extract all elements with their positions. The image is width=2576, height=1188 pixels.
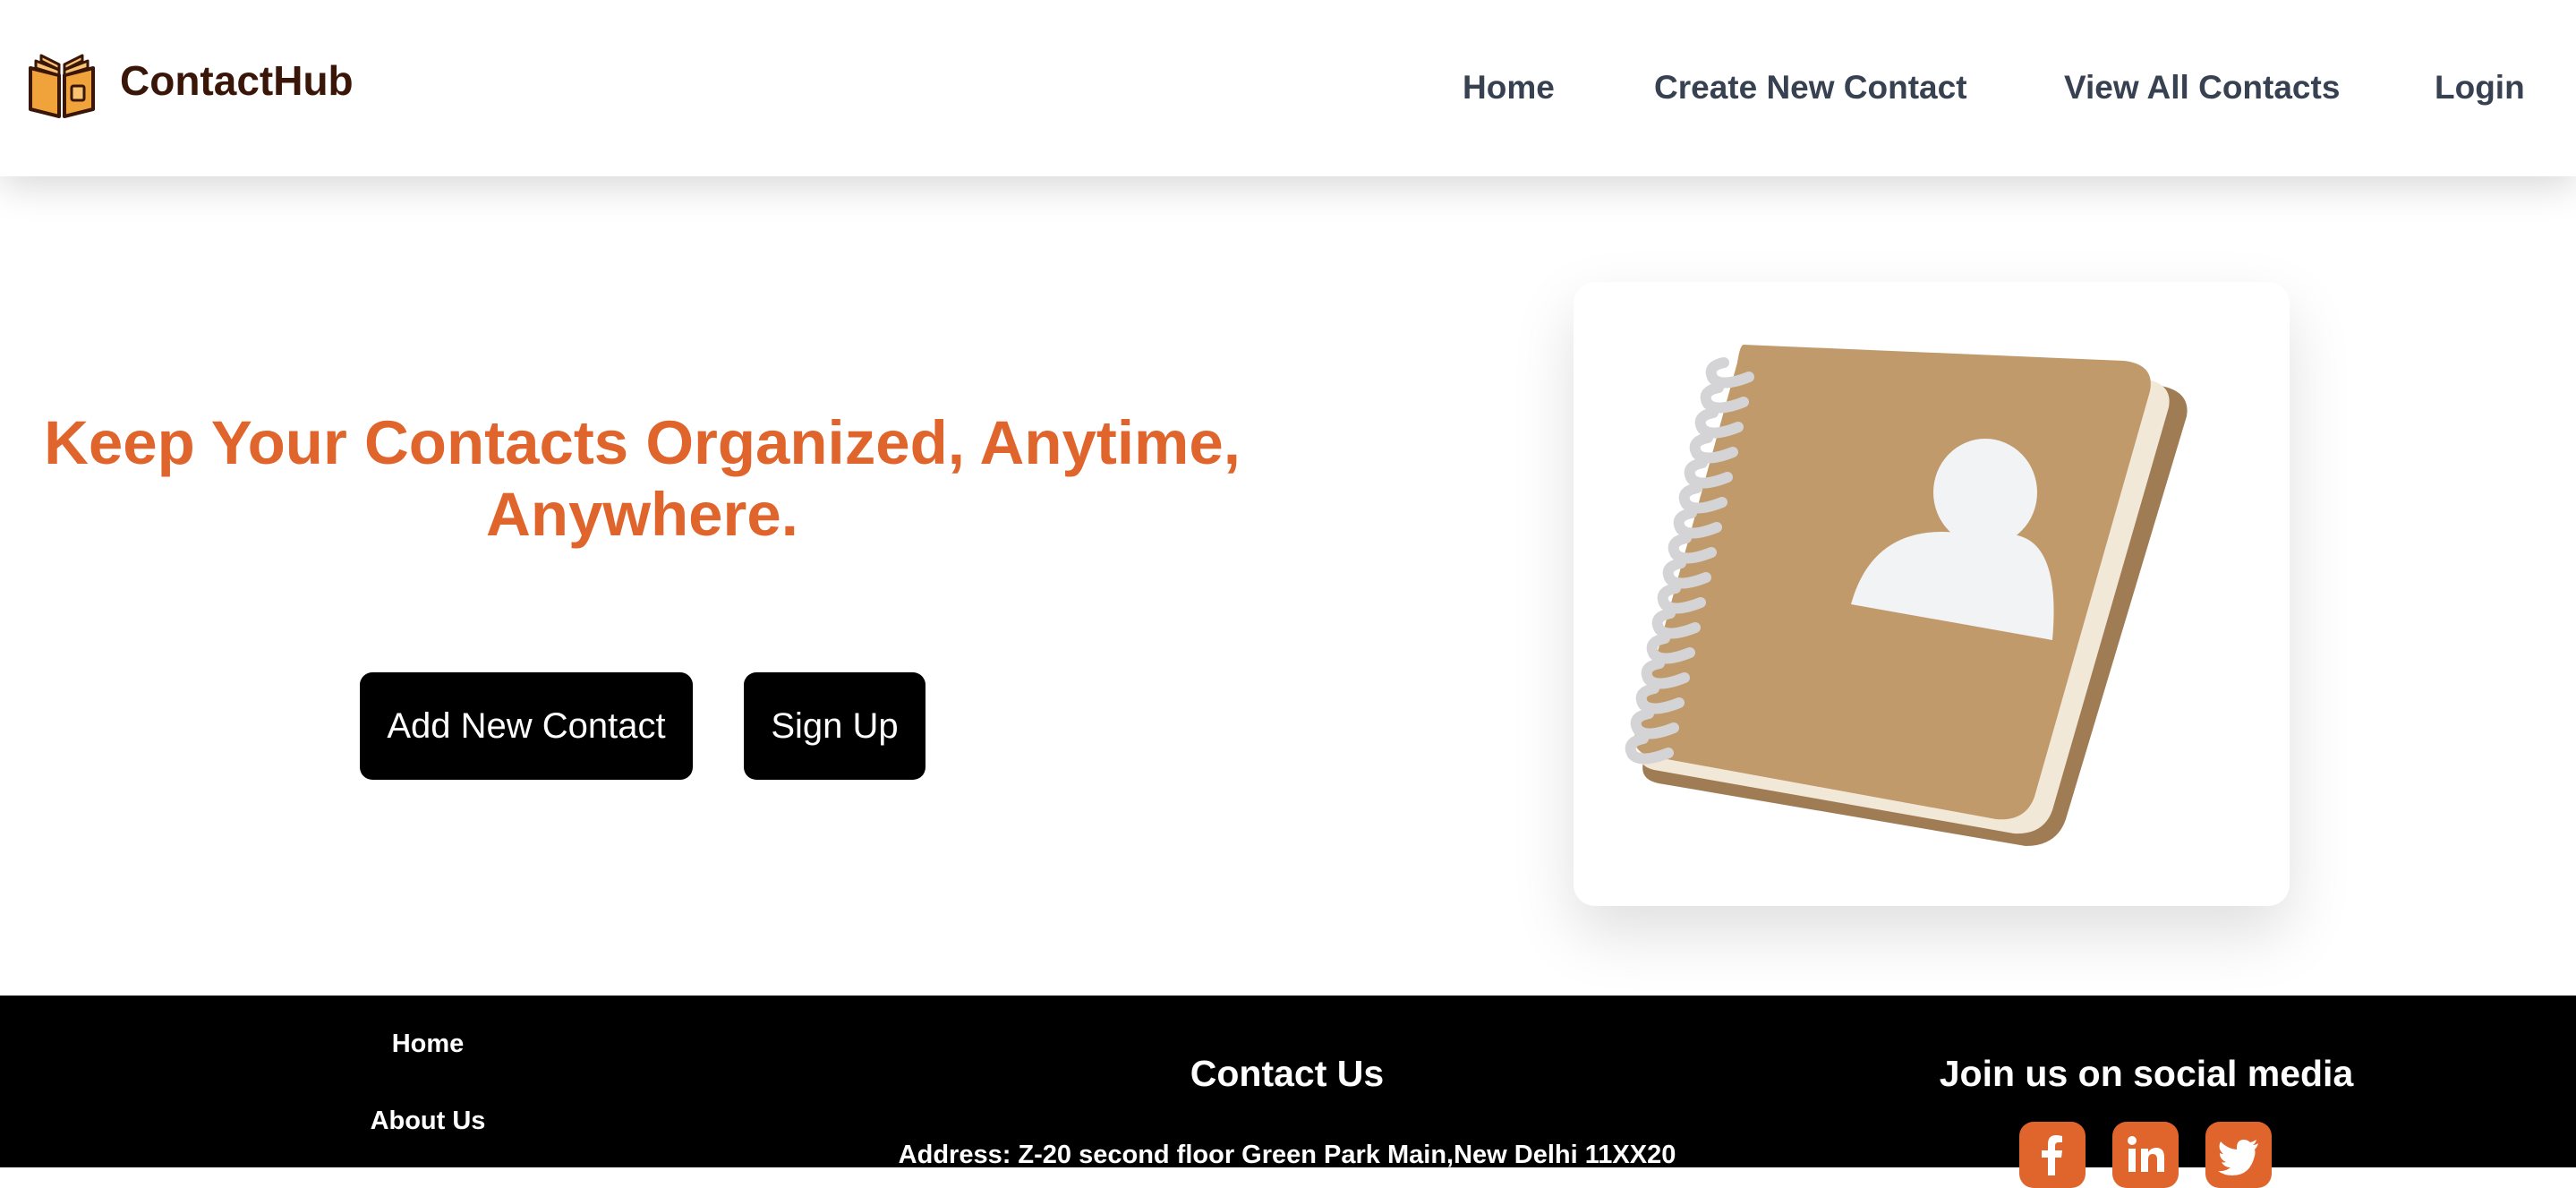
nav-view-all-contacts[interactable]: View All Contacts xyxy=(2064,68,2340,107)
nav-home[interactable]: Home xyxy=(1463,68,1555,107)
facebook-icon[interactable] xyxy=(2019,1122,2086,1188)
sign-up-button[interactable]: Sign Up xyxy=(744,672,925,780)
footer-contact-title: Contact Us xyxy=(1190,1053,1385,1094)
hero-title-line-2: Anywhere. xyxy=(486,480,798,549)
footer-address: Address: Z-20 second floor Green Park Ma… xyxy=(898,1141,1676,1167)
hero-illustration-card xyxy=(1574,282,2290,906)
add-new-contact-button[interactable]: Add New Contact xyxy=(360,672,693,780)
linkedin-icon[interactable] xyxy=(2112,1122,2179,1188)
site-footer: Home About Us Contact Us Address: Z-20 s… xyxy=(0,996,2576,1167)
site-header: ContactHub Home Create New Contact View … xyxy=(0,0,2576,176)
nav-create-new-contact[interactable]: Create New Contact xyxy=(1654,68,1967,107)
footer-link-about-us[interactable]: About Us xyxy=(249,1105,607,1137)
hero-title: Keep Your Contacts Organized, Anytime, A… xyxy=(18,407,1267,551)
open-book-icon[interactable] xyxy=(27,50,97,120)
footer-link-home[interactable]: Home xyxy=(249,1028,607,1060)
hero-title-line-1: Keep Your Contacts Organized, Anytime, xyxy=(44,408,1241,477)
twitter-icon[interactable] xyxy=(2205,1122,2272,1188)
footer-social-title: Join us on social media xyxy=(1939,1053,2354,1094)
brand-name[interactable]: ContactHub xyxy=(120,56,354,106)
address-book-icon xyxy=(1625,345,2188,846)
nav-login[interactable]: Login xyxy=(2435,68,2525,107)
